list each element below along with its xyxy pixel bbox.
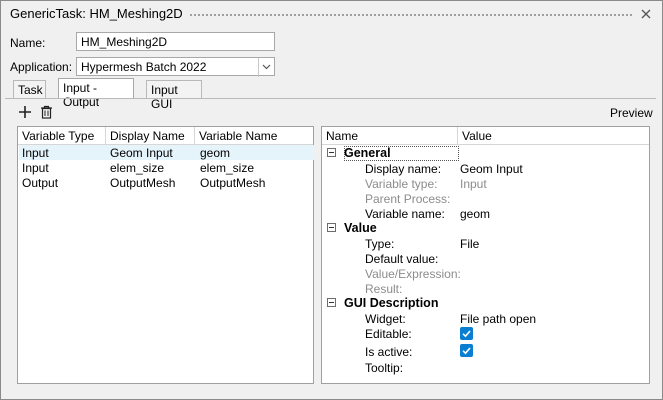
window-title: GenericTask: HM_Meshing2D [10,6,183,21]
prop-variable-name-value[interactable]: geom [460,207,490,221]
prop-variable-type-label: Variable type: [365,177,438,191]
application-value: Hypermesh Batch 2022 [81,60,207,74]
column-header-value[interactable]: Value [458,127,649,145]
cell-variable-type: Input [22,146,49,160]
column-header-variable-name[interactable]: Variable Name [195,127,313,145]
tab-input-output-label: Input - Output [63,81,100,109]
column-header-name[interactable]: Name [322,127,458,145]
cell-variable-name: OutputMesh [200,176,266,190]
cell-display-name: OutputMesh [110,176,176,190]
prop-result-label: Result: [365,282,403,296]
prop-type-label: Type: [365,237,395,251]
title-bar[interactable]: GenericTask: HM_Meshing2D [1,1,662,27]
cell-variable-name: geom [200,146,231,160]
tab-divider [5,98,656,99]
name-label: Name: [10,36,46,50]
name-field[interactable]: HM_Meshing2D [76,32,275,51]
collapse-icon[interactable] [327,148,336,157]
collapse-icon[interactable] [327,298,336,307]
checkmark-icon [462,330,471,338]
drag-grip[interactable] [189,13,632,17]
tab-task-label: Task [18,83,43,97]
prop-is-active-label: Is active: [365,345,413,359]
chevron-down-icon[interactable] [258,58,274,77]
add-icon[interactable] [18,105,32,119]
tab-input-gui[interactable]: Input GUI [146,80,202,111]
prop-display-name-label: Display name: [365,162,442,176]
name-value: HM_Meshing2D [81,35,168,49]
application-label: Application: [10,60,73,74]
column-header-label: Variable Name [199,129,278,143]
generic-task-dialog: GenericTask: HM_Meshing2D Name: HM_Meshi… [0,0,663,400]
prop-tooltip-label: Tooltip: [365,361,404,375]
collapse-icon[interactable] [327,223,336,232]
prop-default-value-label: Default value: [365,252,439,266]
editable-checkbox[interactable] [460,327,473,340]
prop-value-expression-label: Value/Expression: [365,267,461,281]
group-title: General [344,146,391,160]
column-header-variable-type[interactable]: Variable Type [18,127,106,145]
prop-variable-type-value: Input [460,177,487,191]
close-icon[interactable] [639,7,653,21]
group-title: GUI Description [344,296,439,310]
prop-variable-name-label: Variable name: [365,207,445,221]
prop-parent-process-label: Parent Process: [365,192,451,206]
cell-variable-type: Input [22,161,49,175]
prop-type-value[interactable]: File [460,237,479,251]
group-title: Value [344,221,377,235]
tab-input-gui-label: Input GUI [151,83,178,111]
cell-variable-type: Output [22,176,59,190]
column-header-display-name[interactable]: Display Name [106,127,195,145]
preview-button[interactable]: Preview [610,106,653,120]
tab-task[interactable]: Task [13,80,46,98]
trash-icon[interactable] [40,105,53,119]
cell-variable-name: elem_size [200,161,255,175]
prop-widget-label: Widget: [365,312,406,326]
application-select[interactable]: Hypermesh Batch 2022 [76,57,275,77]
prop-display-name-value[interactable]: Geom Input [460,162,523,176]
column-header-label: Display Name [110,129,185,143]
prop-editable-label: Editable: [365,327,412,341]
prop-widget-value[interactable]: File path open [460,312,536,326]
column-header-label: Variable Type [22,129,95,143]
checkmark-icon [462,347,471,355]
column-header-label: Name [326,129,359,143]
variables-table: Variable Type Display Name Variable Name… [17,126,314,384]
column-header-label: Value [462,129,492,143]
cell-display-name: Geom Input [110,146,173,160]
is-active-checkbox[interactable] [460,344,473,357]
cell-display-name: elem_size [110,161,165,175]
tab-input-output[interactable]: Input - Output [58,78,134,109]
